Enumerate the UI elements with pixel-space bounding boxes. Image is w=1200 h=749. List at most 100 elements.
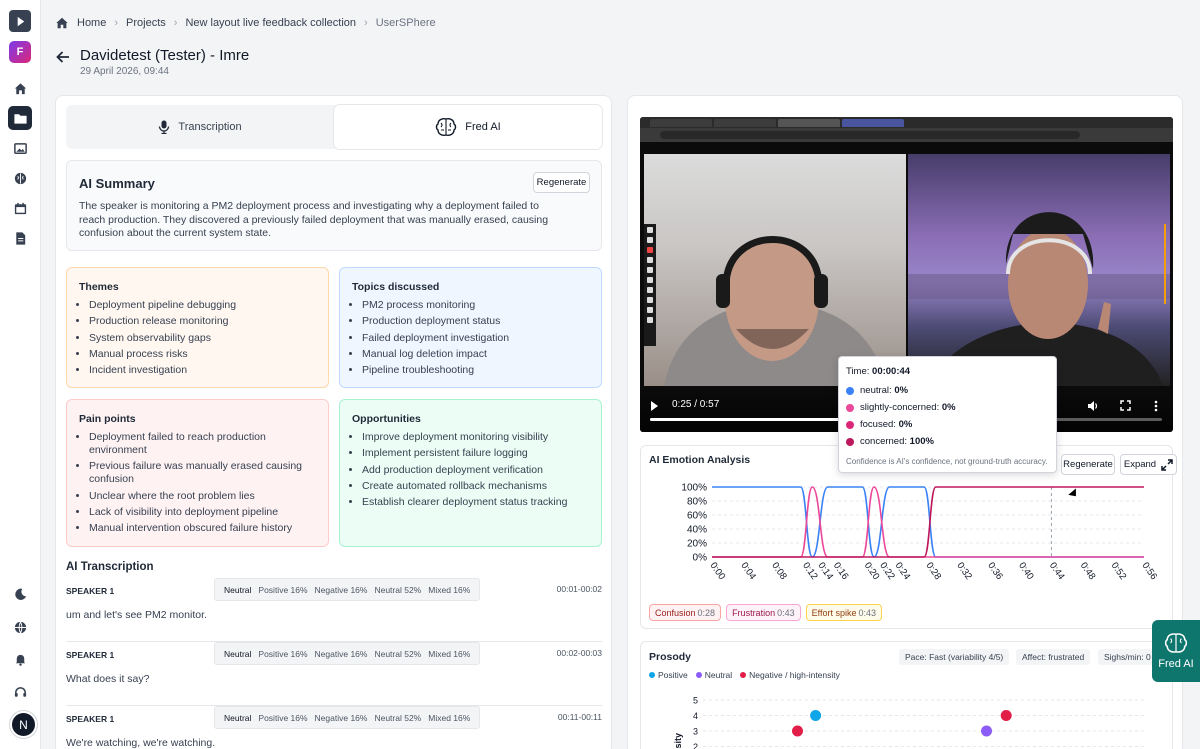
sentiment-mixed: Mixed 16%: [428, 584, 471, 595]
sentiment-negative: Negative 16%: [314, 648, 368, 659]
sentiment-neutral: Neutral 52%: [374, 648, 422, 659]
y-tick-label: 3: [693, 727, 698, 737]
transcript-segment: SPEAKER 1 Neutral Positive 16% Negative …: [66, 578, 602, 642]
org-switcher[interactable]: F: [9, 41, 31, 63]
sidebar: F N: [0, 0, 41, 749]
y-tick-label: 100%: [681, 483, 707, 494]
dark-mode-icon[interactable]: [8, 582, 32, 606]
home-icon[interactable]: [55, 16, 69, 30]
list-item: Improve deployment monitoring visibility: [362, 431, 587, 444]
topics-list: PM2 process monitoring Production deploy…: [362, 299, 587, 380]
tooltip-time: Time: 00:00:44: [846, 366, 911, 377]
prosody-card: Prosody Pace: Fast (variability 4/5) Aff…: [640, 641, 1173, 749]
breadcrumb-projects[interactable]: Projects: [126, 17, 166, 29]
segment-time[interactable]: 00:11-00:11: [558, 712, 602, 722]
segment-time[interactable]: 00:02-00:03: [557, 648, 602, 658]
list-item: Pipeline troubleshooting: [362, 364, 587, 377]
tooltip-note: Confidence is AI's confidence, not groun…: [846, 457, 1048, 466]
prosody-sighs-chip: Sighs/min: 0: [1098, 649, 1157, 665]
volume-icon[interactable]: [1087, 400, 1099, 412]
list-item: Establish clearer deployment status trac…: [362, 496, 587, 509]
session-date: 29 April 2026, 09:44: [80, 66, 169, 77]
participant-silhouette: [664, 236, 886, 386]
home-icon[interactable]: [8, 76, 32, 100]
prosody-point: [1000, 710, 1012, 721]
x-tick-label: 0:16: [831, 560, 851, 581]
emotion-tooltip: Time: 00:00:44 neutral: 0% slightly-conc…: [838, 356, 1057, 473]
app-logo-icon[interactable]: [9, 10, 31, 32]
play-icon[interactable]: [651, 401, 658, 411]
tab-transcription[interactable]: Transcription: [66, 105, 334, 149]
calendar-icon[interactable]: [8, 196, 32, 220]
breadcrumb-home[interactable]: Home: [77, 17, 106, 29]
list-item: Incident investigation: [89, 364, 314, 377]
legend-dot: [846, 420, 854, 429]
recorded-tab: [842, 118, 904, 127]
list-item: Failed deployment investigation: [362, 332, 587, 345]
back-arrow-icon[interactable]: [55, 49, 71, 65]
toolbar-icon: [647, 237, 653, 243]
prosody-point: [792, 725, 803, 737]
y-tick-label: 4: [693, 711, 698, 721]
legend-dot: [649, 672, 655, 678]
x-tick-label: 0:12: [800, 560, 820, 581]
sentiment-neutral: Neutral 52%: [374, 584, 422, 595]
opportunities-list: Improve deployment monitoring visibility…: [362, 431, 587, 512]
themes-title: Themes: [79, 281, 119, 293]
prosody-scatter-chart[interactable]: 5 4 3 2 Intensity: [641, 682, 1174, 749]
x-tick-label: 0:48: [1078, 560, 1098, 581]
legend-dot: [846, 403, 854, 412]
image-gallery-icon[interactable]: [8, 136, 32, 160]
breadcrumb-project[interactable]: New layout live feedback collection: [185, 17, 356, 29]
y-tick-label: 2: [693, 742, 698, 749]
prosody-point: [810, 710, 822, 721]
list-item: Unclear where the root problem lies: [89, 490, 314, 503]
tab-fred-ai[interactable]: Fred AI: [334, 105, 602, 149]
chevron-right-icon: ›: [114, 17, 119, 29]
emotion-line-chart[interactable]: 100%80%60%40%20%0%0:00 0:04 0:08 0:120:140:…: [641, 471, 1174, 601]
regenerate-summary-button[interactable]: Regenerate: [533, 172, 590, 193]
globe-icon[interactable]: [8, 615, 32, 639]
sentiment-positive: Positive 16%: [258, 648, 308, 659]
sentiment-chips: Neutral Positive 16% Negative 16% Neutra…: [214, 578, 481, 601]
legend-positive: Positive: [649, 670, 688, 680]
tooltip-row-neutral: neutral: 0%: [846, 385, 908, 396]
x-tick-label: 0:22: [877, 560, 897, 581]
pain-points-list: Deployment failed to reach production en…: [89, 431, 314, 538]
list-item: Lack of visibility into deployment pipel…: [89, 506, 314, 519]
toolbar-icon: [647, 317, 653, 323]
recorded-tab: [650, 118, 712, 127]
user-avatar[interactable]: N: [10, 711, 37, 738]
brain-icon[interactable]: [8, 166, 32, 190]
prosody-legend: Positive Neutral Negative / high-intensi…: [649, 670, 840, 680]
document-icon[interactable]: [8, 226, 32, 250]
fred-ai-button[interactable]: Fred AI: [1152, 620, 1200, 682]
list-item: Deployment failed to reach production en…: [89, 431, 314, 457]
segment-text: um and let's see PM2 monitor.: [66, 609, 207, 621]
marker-chip-frustration[interactable]: Frustration 0:43: [726, 604, 801, 621]
list-item: Implement persistent failure logging: [362, 447, 587, 460]
headset-support-icon[interactable]: [8, 680, 32, 704]
recorded-browser-tabs: [640, 117, 1173, 128]
folder-icon[interactable]: [8, 106, 32, 130]
recorded-address-bar: [640, 128, 1173, 142]
x-tick-label: 0:44: [1047, 560, 1067, 581]
fullscreen-icon[interactable]: [1120, 400, 1131, 411]
segment-time[interactable]: 00:01-00:02: [557, 584, 602, 594]
bell-icon[interactable]: [8, 647, 32, 671]
tooltip-row-focused: focused: 0%: [846, 419, 912, 430]
transcript-segment: SPEAKER 1 Neutral Positive 16% Negative …: [66, 642, 602, 706]
recorded-toolbar: [644, 224, 656, 346]
topics-card: Topics discussed PM2 process monitoring …: [339, 267, 602, 388]
list-item: Previous failure was manually erased cau…: [89, 460, 314, 486]
more-options-icon[interactable]: [1154, 400, 1158, 412]
y-tick-label: 40%: [687, 525, 707, 536]
participant-video-left: [644, 154, 906, 386]
list-item: System observability gaps: [89, 332, 314, 345]
opportunities-card: Opportunities Improve deployment monitor…: [339, 399, 602, 547]
marker-chip-effort-spike[interactable]: Effort spike 0:43: [805, 604, 882, 621]
breadcrumb: Home › Projects › New layout live feedba…: [55, 16, 436, 30]
marker-chip-confusion[interactable]: Confusion 0:28: [649, 604, 722, 621]
sentiment-positive: Positive 16%: [258, 712, 308, 723]
list-item: Production deployment status: [362, 315, 587, 328]
